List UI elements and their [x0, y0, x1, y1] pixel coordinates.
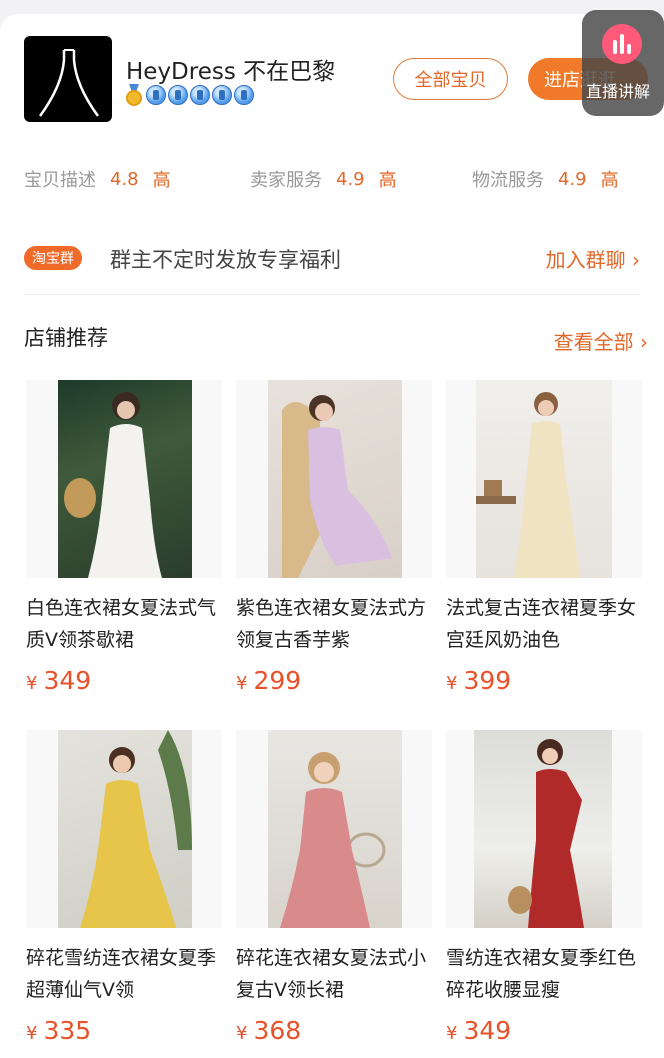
currency-symbol: ¥	[26, 1023, 38, 1044]
product-price: ¥399	[446, 666, 511, 695]
currency-symbol: ¥	[236, 1023, 248, 1044]
product-price: ¥349	[26, 666, 91, 695]
view-all-link[interactable]: 查看全部 ›	[554, 326, 648, 355]
product-image[interactable]	[26, 730, 222, 928]
section-title: 店铺推荐	[24, 326, 108, 350]
rating-label: 卖家服务	[250, 170, 322, 191]
rating-level: 高	[152, 170, 171, 191]
price-value: 368	[253, 1016, 302, 1045]
currency-symbol: ¥	[446, 673, 458, 694]
crown-icon	[168, 85, 188, 105]
rating-value: 4.8	[110, 168, 139, 190]
rating-label: 物流服务	[472, 170, 544, 191]
crown-icon	[234, 85, 254, 105]
rating-level: 高	[600, 170, 619, 191]
taobao-group-banner[interactable]: 淘宝群 群主不定时发放专享福利 加入群聊 ›	[24, 242, 640, 278]
currency-symbol: ¥	[446, 1023, 458, 1044]
product-image[interactable]	[236, 730, 432, 928]
join-group-link[interactable]: 加入群聊 ›	[546, 244, 640, 273]
product-name[interactable]: 雪纺连衣裙女夏季红色碎花收腰显瘦	[446, 942, 642, 1006]
product-image[interactable]	[446, 730, 642, 928]
shop-card: HeyDress 不在巴黎 全部宝贝 进店逛逛 宝贝描述 4.8 高 卖家服务 …	[0, 14, 664, 1058]
currency-symbol: ¥	[236, 673, 248, 694]
live-icon	[602, 24, 642, 64]
price-value: 399	[463, 666, 512, 695]
rating-value: 4.9	[558, 168, 587, 190]
shop-name[interactable]: HeyDress 不在巴黎	[126, 52, 335, 86]
currency-symbol: ¥	[26, 673, 38, 694]
product-image[interactable]	[236, 380, 432, 578]
crown-icon	[190, 85, 210, 105]
divider	[24, 294, 640, 295]
product-name[interactable]: 碎花连衣裙女夏法式小复古V领长裙	[236, 942, 432, 1006]
rating-service: 卖家服务 4.9 高	[250, 166, 397, 192]
rating-description: 宝贝描述 4.8 高	[24, 166, 171, 192]
crown-icon	[146, 85, 166, 105]
product-price: ¥335	[26, 1016, 91, 1045]
price-value: 299	[253, 666, 302, 695]
product-name[interactable]: 紫色连衣裙女夏法式方领复古香芋紫	[236, 592, 432, 656]
all-items-button[interactable]: 全部宝贝	[393, 58, 508, 100]
product-image[interactable]	[26, 380, 222, 578]
product-name[interactable]: 碎花雪纺连衣裙女夏季超薄仙气V领	[26, 942, 222, 1006]
shop-logo[interactable]	[24, 36, 112, 122]
medal-icon	[124, 84, 144, 106]
product-image[interactable]	[446, 380, 642, 578]
product-name[interactable]: 法式复古连衣裙夏季女宫廷风奶油色	[446, 592, 642, 656]
live-label: 直播讲解	[586, 82, 651, 101]
rating-logistics: 物流服务 4.9 高	[472, 166, 619, 192]
rating-label: 宝贝描述	[24, 170, 96, 191]
group-tag: 淘宝群	[24, 246, 82, 270]
rating-level: 高	[378, 170, 397, 191]
rating-value: 4.9	[336, 168, 365, 190]
price-value: 349	[43, 666, 92, 695]
live-stream-floating-button[interactable]: 直播讲解	[582, 10, 664, 116]
shop-ratings: 宝贝描述 4.8 高 卖家服务 4.9 高 物流服务 4.9 高	[24, 166, 640, 196]
product-price: ¥368	[236, 1016, 301, 1045]
product-price: ¥349	[446, 1016, 511, 1045]
price-value: 335	[43, 1016, 92, 1045]
seller-level-badges	[124, 84, 254, 106]
price-value: 349	[463, 1016, 512, 1045]
crown-icon	[212, 85, 232, 105]
product-name[interactable]: 白色连衣裙女夏法式气质V领茶歇裙	[26, 592, 222, 656]
group-text: 群主不定时发放专享福利	[110, 248, 341, 272]
product-price: ¥299	[236, 666, 301, 695]
